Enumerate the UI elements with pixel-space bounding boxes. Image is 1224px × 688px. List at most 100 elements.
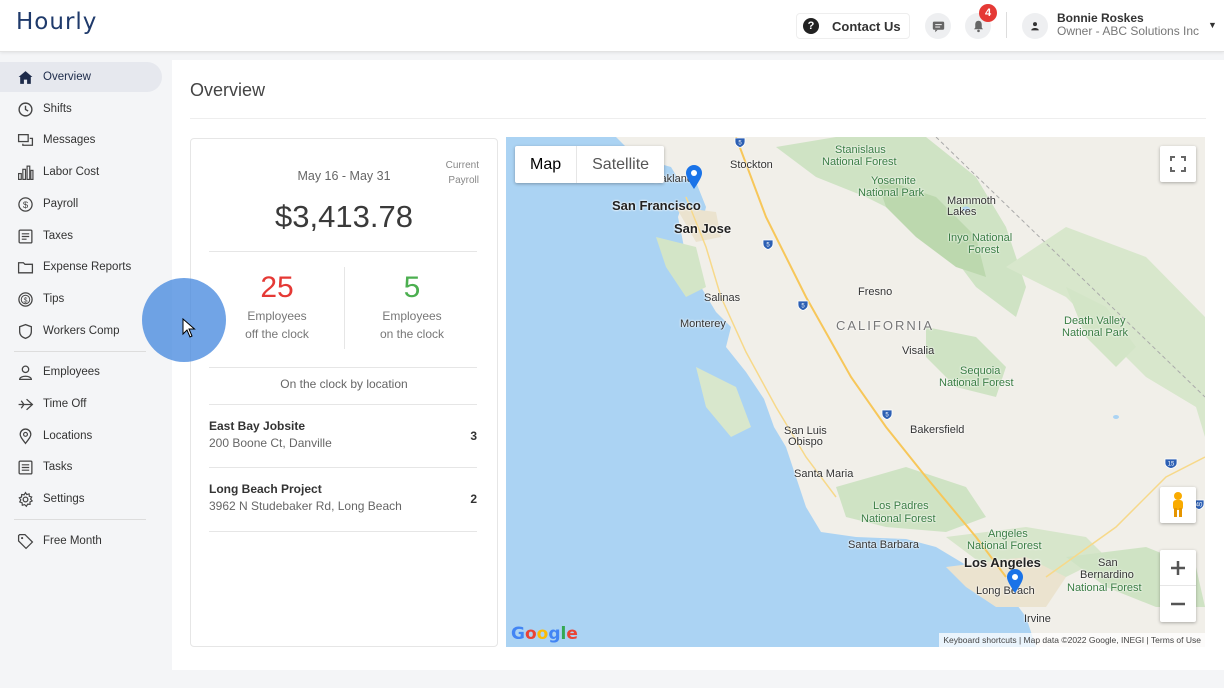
sidebar-item-label: Overview xyxy=(43,71,91,83)
on-clock-label-line1: Employees xyxy=(382,309,442,323)
on-clock-label: Employees on the clock xyxy=(345,307,479,343)
sidebar-item-payroll[interactable]: $ Payroll xyxy=(0,189,162,219)
map-attribution[interactable]: Keyboard shortcuts | Map data ©2022 Goog… xyxy=(939,633,1205,647)
document-icon xyxy=(18,228,33,244)
map-label: San xyxy=(1098,557,1118,569)
map-label: Inyo National xyxy=(948,232,1013,244)
map-label: Forest xyxy=(968,244,1000,256)
locations-map[interactable]: San Francisco Oakland Stockton San Jose … xyxy=(506,137,1205,647)
zoom-out-button[interactable] xyxy=(1160,586,1196,622)
map-marker-icon[interactable] xyxy=(1005,568,1025,594)
sidebar-item-overview[interactable]: Overview xyxy=(0,62,162,92)
user-icon xyxy=(1031,22,1039,31)
app-logo[interactable]: Hourly xyxy=(16,9,97,35)
fullscreen-button[interactable] xyxy=(1160,146,1196,182)
highway-shield-icon: 5 xyxy=(881,409,893,420)
map-label: National Forest xyxy=(1067,582,1142,594)
current-payroll-tag-line1: Current xyxy=(445,160,479,171)
map-label: Santa Maria xyxy=(794,468,854,480)
sidebar-item-label: Tasks xyxy=(43,461,73,473)
top-bar: Hourly ? Contact Us 4 Bonnie Roskes Owne… xyxy=(0,0,1224,52)
main-content: Overview May 16 - May 31 Current Payroll… xyxy=(172,60,1224,670)
current-payroll-tag-line2: Payroll xyxy=(448,175,479,186)
help-icon: ? xyxy=(803,18,819,34)
sidebar-item-time-off[interactable]: Time Off xyxy=(0,389,162,419)
map-label: Santa Barbara xyxy=(848,539,919,551)
coin-icon: $ xyxy=(18,291,33,307)
sidebar-item-label: Taxes xyxy=(43,230,74,242)
fullscreen-icon xyxy=(1170,156,1186,172)
highway-shield-icon: 15 xyxy=(1164,458,1178,469)
sidebar-item-label: Employees xyxy=(43,366,100,378)
map-type-toggle: Map Satellite xyxy=(515,146,665,183)
map-label: Bakersfield xyxy=(910,424,965,436)
sidebar-item-label: Settings xyxy=(43,493,85,505)
user-menu-caret-icon[interactable]: ▼ xyxy=(1208,20,1217,30)
location-row[interactable]: Long Beach Project 3962 N Studebaker Rd,… xyxy=(209,482,477,513)
sidebar-item-label: Tips xyxy=(43,293,65,305)
map-marker-icon[interactable] xyxy=(684,164,704,190)
map-label: Death Valley xyxy=(1064,315,1126,327)
sidebar-item-shifts[interactable]: Shifts xyxy=(0,94,162,124)
sidebar: Overview Shifts Messages Labor Cost $ Pa… xyxy=(0,52,172,688)
google-logo[interactable]: Google xyxy=(511,624,578,644)
sidebar-item-label: Free Month xyxy=(43,535,102,547)
map-label: Obispo xyxy=(788,436,823,448)
minus-icon xyxy=(1171,602,1185,606)
map-label: Angeles xyxy=(988,528,1028,540)
map-label: Lakes xyxy=(947,206,977,218)
sidebar-item-messages[interactable]: Messages xyxy=(0,125,162,155)
sidebar-item-employees[interactable]: Employees xyxy=(0,357,162,387)
contact-us-label: Contact Us xyxy=(832,18,901,34)
sidebar-item-label: Expense Reports xyxy=(43,261,132,273)
off-clock-stat[interactable]: 25 Employees off the clock xyxy=(210,271,344,343)
map-type-satellite-button[interactable]: Satellite xyxy=(577,146,664,183)
location-address: 3962 N Studebaker Rd, Long Beach xyxy=(209,499,402,513)
sidebar-item-expense-reports[interactable]: Expense Reports xyxy=(0,252,162,282)
location-count: 2 xyxy=(470,492,477,506)
sidebar-item-settings[interactable]: Settings xyxy=(0,484,162,514)
sidebar-item-tasks[interactable]: Tasks xyxy=(0,452,162,482)
sidebar-item-labor-cost[interactable]: Labor Cost xyxy=(0,157,162,187)
mouse-cursor-icon xyxy=(182,318,196,338)
sidebar-item-taxes[interactable]: Taxes xyxy=(0,221,162,251)
bell-icon xyxy=(973,20,983,33)
map-label: National Park xyxy=(1062,327,1129,339)
map-label: Yosemite xyxy=(871,175,916,187)
sidebar-item-free-month[interactable]: Free Month xyxy=(0,526,162,556)
payroll-amount: $3,413.78 xyxy=(275,199,413,234)
sidebar-item-workers-comp[interactable]: Workers Comp xyxy=(0,316,162,346)
map-label: CALIFORNIA xyxy=(836,318,935,333)
map-label: San Francisco xyxy=(612,198,701,213)
plus-icon xyxy=(1171,560,1185,575)
zoom-in-button[interactable] xyxy=(1160,550,1196,586)
map-label: Stockton xyxy=(730,159,773,171)
on-clock-label-line2: on the clock xyxy=(379,327,445,341)
contact-us-button[interactable]: ? Contact Us xyxy=(796,13,910,39)
sidebar-divider xyxy=(14,351,146,352)
user-name[interactable]: Bonnie Roskes xyxy=(1057,11,1144,25)
map-label: National Forest xyxy=(861,513,936,525)
map-label: Monterey xyxy=(680,318,726,330)
title-divider xyxy=(190,118,1206,119)
chat-button[interactable] xyxy=(925,13,951,39)
card-divider xyxy=(209,367,477,368)
sidebar-item-locations[interactable]: Locations xyxy=(0,421,162,451)
user-avatar[interactable] xyxy=(1022,13,1048,39)
header-divider xyxy=(1006,12,1007,38)
map-label: Irvine xyxy=(1024,613,1051,625)
street-view-button[interactable] xyxy=(1160,487,1196,523)
sidebar-item-label: Workers Comp xyxy=(43,325,120,337)
sidebar-item-tips[interactable]: $ Tips xyxy=(0,284,162,314)
map-label: National Park xyxy=(858,187,925,199)
map-label: Salinas xyxy=(704,292,741,304)
sidebar-item-label: Time Off xyxy=(43,398,87,410)
off-clock-label: Employees off the clock xyxy=(210,307,344,343)
map-type-map-button[interactable]: Map xyxy=(515,146,578,183)
user-role[interactable]: Owner - ABC Solutions Inc xyxy=(1057,24,1199,38)
location-row[interactable]: East Bay Jobsite 200 Boone Ct, Danville … xyxy=(209,419,477,450)
on-clock-stat[interactable]: 5 Employees on the clock xyxy=(345,271,479,343)
shield-icon xyxy=(19,323,32,339)
location-name: Long Beach Project xyxy=(209,482,322,496)
map-label: Los Padres xyxy=(873,500,929,512)
